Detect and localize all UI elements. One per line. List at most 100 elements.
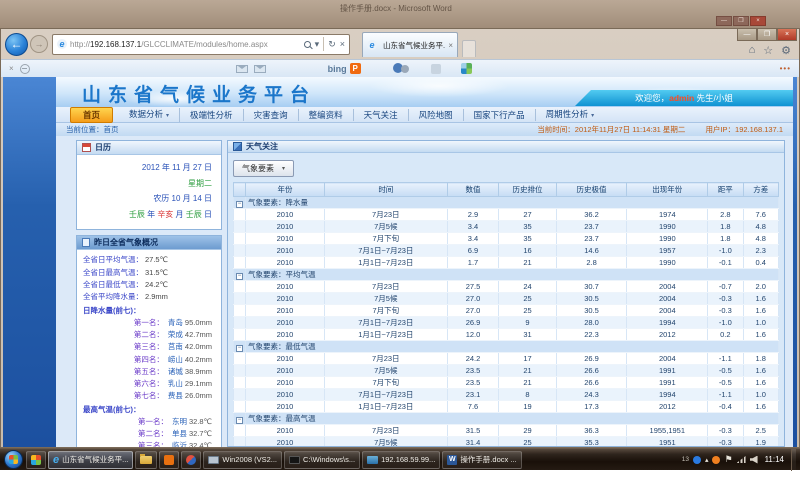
table-group-row[interactable]: −气象要素：降水量	[234, 197, 779, 209]
more-icon[interactable]: •••	[780, 64, 791, 73]
browser-tab[interactable]: e 山东省气候业务平... ×	[362, 32, 458, 57]
station-name: 单县	[172, 429, 187, 438]
table-group-row[interactable]: −气象要素：最高气温	[234, 413, 779, 425]
toolbar-circles-icon[interactable]	[393, 63, 411, 74]
minimize-button[interactable]: —	[737, 29, 757, 41]
nav-item-国家下行产品[interactable]: 国家下行产品	[464, 109, 536, 121]
nav-item-天气关注[interactable]: 天气关注	[354, 109, 409, 121]
collapse-icon[interactable]: −	[236, 345, 243, 352]
table-cell: 36.2	[556, 209, 627, 221]
table-row[interactable]: 20101月1日~7月23日7.61917.32012-0.41.6	[234, 401, 779, 413]
action-center-flag-icon[interactable]: ⚑	[724, 455, 732, 464]
word-maximize-button[interactable]: ❐	[733, 16, 749, 26]
network-icon[interactable]	[737, 456, 746, 463]
taskbar-button-cmd[interactable]: C:\Windows\s...	[284, 451, 360, 469]
nav-item-灾害查询[interactable]: 灾害查询	[244, 109, 299, 121]
tray-orange-icon[interactable]	[712, 456, 720, 464]
show-desktop-button[interactable]	[791, 449, 796, 471]
table-group-row[interactable]: −气象要素：平均气温	[234, 269, 779, 281]
table-row[interactable]: 20107月23日2.92736.219742.87.6	[234, 209, 779, 221]
start-button[interactable]	[4, 450, 23, 469]
volume-icon[interactable]	[750, 456, 758, 464]
forward-button[interactable]: →	[30, 35, 48, 53]
tab-close-icon[interactable]: ×	[448, 41, 453, 50]
table-cell: 1991	[627, 377, 708, 389]
taskbar-clock[interactable]: 11:14	[765, 455, 784, 464]
home-icon[interactable]: ⌂	[749, 44, 756, 57]
element-dropdown-button[interactable]: 气象要素 ▾	[233, 160, 294, 177]
table-row[interactable]: 20107月23日31.52936.31955,1951-0.32.5	[234, 425, 779, 437]
table-cell: 7月23日	[325, 209, 448, 221]
command-close-icon[interactable]: ×	[9, 64, 14, 73]
table-cell: 31.5	[447, 425, 499, 437]
table-group-row[interactable]: −气象要素：最低气温	[234, 341, 779, 353]
maximize-button[interactable]: ❐	[757, 29, 777, 41]
nav-item-数据分析[interactable]: 数据分析▾	[119, 108, 180, 122]
search-icon[interactable]	[304, 41, 311, 48]
table-row[interactable]: 20107月下旬27.02530.52004-0.31.6	[234, 305, 779, 317]
stop-icon[interactable]: ×	[340, 39, 345, 49]
search-dropdown-icon[interactable]: ▾	[315, 39, 320, 50]
station-value: 32.8℃	[189, 417, 212, 426]
welcome-username: admin	[669, 93, 694, 103]
table-row[interactable]: 20107月1日~7月23日6.91614.61957-1.02.3	[234, 245, 779, 257]
taskbar-button-orange[interactable]	[159, 451, 179, 469]
address-bar[interactable]: e http://192.168.137.1/GLCCLIMATE/module…	[52, 34, 350, 55]
new-tab-button[interactable]	[462, 40, 476, 57]
table-row[interactable]: 20107月1日~7月23日26.9928.01994-1.01.0	[234, 317, 779, 329]
table-row[interactable]: 20107月5候27.02530.52004-0.31.6	[234, 293, 779, 305]
table-cell: 7.6	[447, 401, 499, 413]
close-button[interactable]: ×	[777, 29, 797, 41]
table-cell: 1.6	[743, 365, 778, 377]
nav-item-首页[interactable]: 首页	[70, 107, 113, 123]
table-cell: 1974	[627, 209, 708, 221]
refresh-icon[interactable]: ↻	[328, 39, 336, 50]
table-row[interactable]: 20101月1日~7月23日12.03122.320120.21.6	[234, 329, 779, 341]
yesterday-body: 全省日平均气温：27.5℃全省日最高气温：31.5℃全省日最低气温：24.2℃全…	[77, 250, 221, 447]
table-row[interactable]: 20101月1日~7月23日1.7212.81990-0.10.4	[234, 257, 779, 269]
table-row[interactable]: 20107月5候31.42535.31951-0.31.9	[234, 437, 779, 446]
nav-item-极端性分析[interactable]: 极端性分析	[180, 109, 244, 121]
table-row[interactable]: 20107月下旬3.43523.719901.84.8	[234, 233, 779, 245]
collapse-icon[interactable]: −	[236, 417, 243, 424]
taskbar-button-remote[interactable]: 192.168.59.99...	[362, 451, 440, 469]
collapse-icon[interactable]: −	[236, 201, 243, 208]
taskbar-button-vm[interactable]: Win2008 (VS2...	[203, 451, 282, 469]
word-minimize-button[interactable]: —	[716, 16, 732, 26]
favorites-star-icon[interactable]: ☆	[763, 44, 773, 57]
taskbar-button-folder[interactable]	[135, 451, 157, 469]
word-close-button[interactable]: ×	[750, 16, 766, 26]
mail2-icon[interactable]	[254, 65, 266, 73]
taskbar-button-pin[interactable]	[26, 451, 46, 469]
bing-logo[interactable]: bing	[328, 64, 347, 74]
table-cell: -1.0	[708, 317, 743, 329]
tray-blue-icon[interactable]	[693, 456, 701, 464]
settings-gear-icon[interactable]: ⚙	[781, 44, 791, 57]
taskbar-button-ie[interactable]: e山东省气候业务平...	[48, 451, 133, 469]
nav-item-风险地图[interactable]: 风险地图	[409, 109, 464, 121]
table-row[interactable]: 20107月1日~7月23日23.1824.31994-1.11.0	[234, 389, 779, 401]
nav-item-周期性分析[interactable]: 周期性分析▾	[536, 108, 605, 122]
toolbar-p-badge-icon[interactable]: P	[350, 63, 361, 74]
table-row[interactable]: 20107月5候23.52126.61991-0.51.6	[234, 365, 779, 377]
taskbar-button-word[interactable]: W操作手册.docx ...	[442, 451, 521, 469]
table-cell: 26.6	[556, 377, 627, 389]
url-path: /GLCCLIMATE/modules/home.aspx	[141, 40, 268, 49]
collapse-icon[interactable]: −	[236, 273, 243, 280]
toolbar-sparkle-icon[interactable]	[431, 64, 441, 74]
taskbar-button-circle[interactable]	[181, 451, 201, 469]
stat-line: 全省日最低气温：24.2℃	[83, 279, 215, 291]
toolbar-puzzle-icon[interactable]	[461, 63, 472, 74]
table-row[interactable]: 20107月23日24.21726.92004-1.11.8	[234, 353, 779, 365]
mail-icon[interactable]	[236, 65, 248, 73]
nav-item-整编资料[interactable]: 整编资料	[299, 109, 354, 121]
table-cell: 1.6	[743, 329, 778, 341]
table-row[interactable]: 20107月23日27.52430.72004-0.72.0	[234, 281, 779, 293]
report-icon	[82, 238, 90, 247]
table-row[interactable]: 20107月5候3.43523.719901.84.8	[234, 221, 779, 233]
table-cell: 2010	[245, 437, 324, 446]
table-row[interactable]: 20107月下旬23.52126.61991-0.51.6	[234, 377, 779, 389]
hidden-icons-arrow[interactable]: ▴	[705, 456, 709, 464]
table-cell: 4.8	[743, 221, 778, 233]
back-button[interactable]: ←	[5, 33, 28, 56]
